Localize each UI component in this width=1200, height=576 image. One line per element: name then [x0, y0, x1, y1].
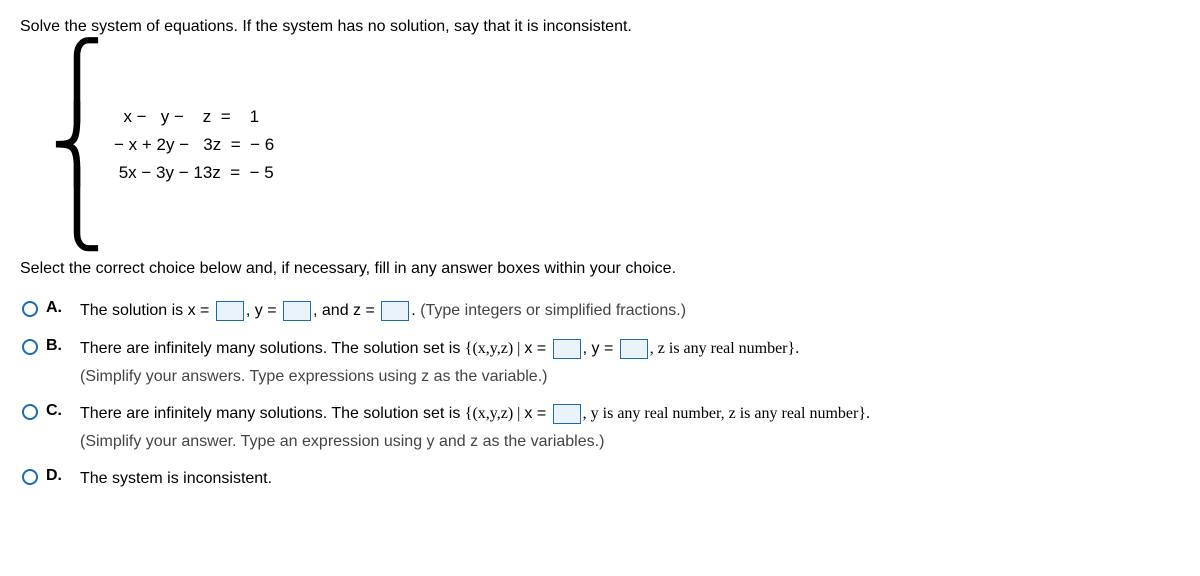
input-c-x[interactable]	[553, 404, 581, 424]
instruction-text: Select the correct choice below and, if …	[20, 260, 1180, 278]
choice-list: A. The solution is x = , y = , and z = .…	[22, 298, 1180, 492]
radio-d[interactable]	[22, 469, 38, 485]
question-prompt: Solve the system of equations. If the sy…	[20, 18, 1180, 36]
choice-text-b: There are infinitely many solutions. The…	[80, 336, 799, 389]
choice-b[interactable]: B. There are infinitely many solutions. …	[22, 336, 1180, 389]
choice-text-d: The system is inconsistent.	[80, 466, 272, 492]
input-a-y[interactable]	[283, 301, 311, 321]
equation-3: 5x − 3y − 13z = − 5	[114, 163, 274, 183]
radio-c[interactable]	[22, 404, 38, 420]
input-b-y[interactable]	[620, 339, 648, 359]
choice-label-d: D.	[46, 467, 64, 485]
choice-text-a: The solution is x = , y = , and z = . (T…	[80, 298, 686, 324]
equation-2: − x + 2y − 3z = − 6	[114, 135, 274, 155]
input-a-z[interactable]	[381, 301, 409, 321]
radio-b[interactable]	[22, 339, 38, 355]
input-a-x[interactable]	[216, 301, 244, 321]
left-brace-icon: ⎧⎨⎩	[50, 48, 104, 242]
choice-label-c: C.	[46, 402, 64, 420]
choice-label-b: B.	[46, 337, 64, 355]
choice-text-c: There are infinitely many solutions. The…	[80, 401, 870, 454]
equation-1: x − y − z = 1	[114, 107, 274, 127]
choice-c[interactable]: C. There are infinitely many solutions. …	[22, 401, 1180, 454]
choice-a[interactable]: A. The solution is x = , y = , and z = .…	[22, 298, 1180, 324]
choice-d[interactable]: D. The system is inconsistent.	[22, 466, 1180, 492]
choice-label-a: A.	[46, 299, 64, 317]
radio-a[interactable]	[22, 301, 38, 317]
equation-system: ⎧⎨⎩ x − y − z = 1 − x + 2y − 3z = − 6 5x…	[50, 48, 1180, 242]
input-b-x[interactable]	[553, 339, 581, 359]
